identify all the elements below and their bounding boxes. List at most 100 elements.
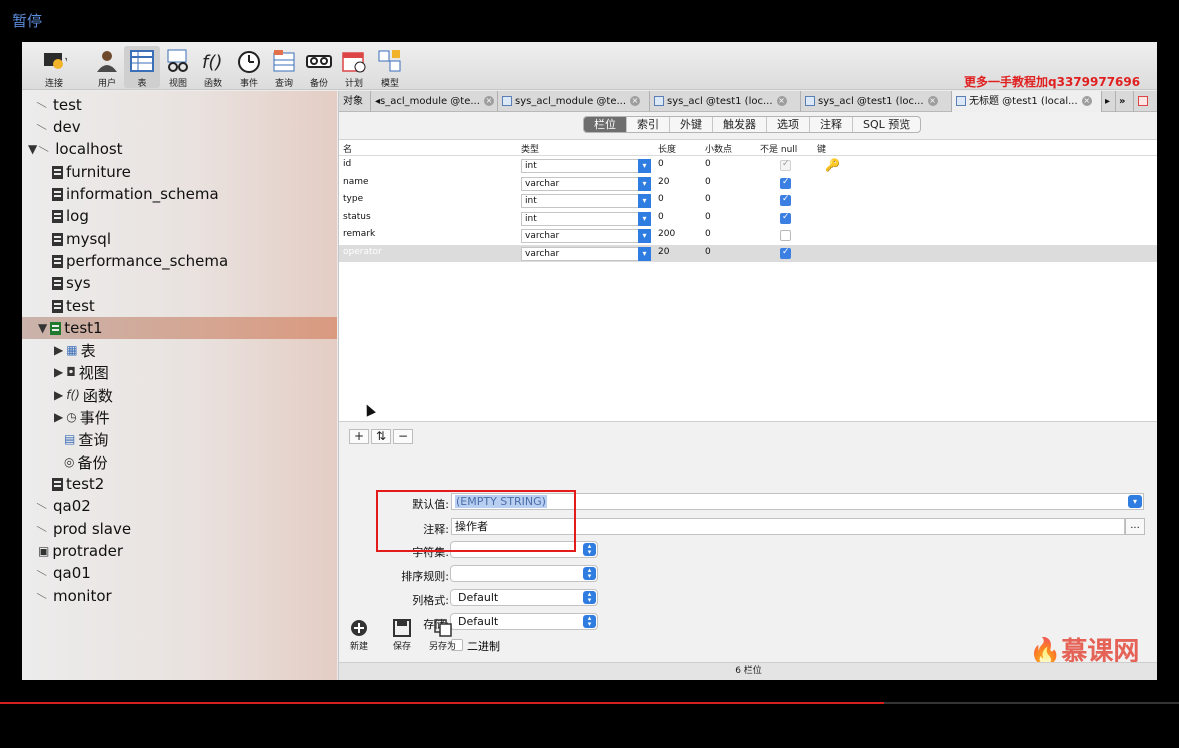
sidebar-connection-localhost[interactable]: ▼ ⟍ localhost — [28, 138, 123, 160]
tab-scroll-right[interactable]: ▸ — [1102, 91, 1116, 112]
chevron-down-icon[interactable]: ▾ — [1128, 495, 1142, 508]
not-null-checkbox[interactable] — [780, 159, 791, 171]
chevron-down-icon: ▾ — [638, 176, 651, 191]
sidebar-node-views[interactable]: ▶ ◘ 视图 — [54, 361, 109, 383]
save-as-button[interactable]: 另存为 — [429, 619, 456, 652]
database-icon — [52, 187, 63, 201]
subtab-comment[interactable]: 注释 — [810, 117, 853, 132]
remove-field-button[interactable]: − — [393, 429, 413, 444]
sidebar-db-mysql[interactable]: mysql — [52, 228, 111, 250]
add-field-button[interactable]: + — [349, 429, 369, 444]
toolbar-query-button[interactable]: 查询 — [266, 46, 302, 89]
disclosure-closed-icon: ▶ — [54, 388, 64, 402]
sidebar-connection-protrader[interactable]: ▣ protrader — [38, 540, 123, 562]
sidebar-node-events[interactable]: ▶ ◷ 事件 — [54, 406, 110, 428]
collation-select[interactable]: ▴ ▾ — [450, 565, 598, 582]
save-button[interactable]: 保存 — [392, 619, 412, 652]
type-select[interactable]: varchar ▾ — [521, 246, 651, 261]
toolbar-schedule-button[interactable]: 计划 — [336, 46, 372, 89]
table-icon — [130, 50, 154, 72]
database-icon — [52, 232, 63, 246]
subtab-indexes[interactable]: 索引 — [627, 117, 670, 132]
sidebar-connection-prod-slave[interactable]: ⟍ prod slave — [36, 518, 131, 540]
database-open-icon — [50, 321, 62, 335]
sidebar-node-queries[interactable]: ▤ 查询 — [64, 428, 108, 450]
sidebar-db-sys[interactable]: sys — [52, 272, 91, 294]
sidebar-db-furniture[interactable]: furniture — [52, 161, 131, 183]
backup-icon — [306, 55, 332, 68]
tab-sys-acl-module[interactable]: sys_acl_module @te... × — [498, 91, 650, 112]
main-toolbar: ▾ 连接 用户 表 视图 f() 函数 事件 查询 备份 — [22, 42, 1157, 90]
table-row[interactable]: id int▾ 0 0 🔑 — [339, 157, 1157, 175]
not-null-checkbox[interactable] — [780, 247, 791, 259]
comment-expand-button[interactable]: ... — [1125, 518, 1145, 535]
sidebar-node-functions[interactable]: ▶ f() 函数 — [54, 384, 113, 406]
toolbar-backup-button[interactable]: 备份 — [301, 46, 337, 89]
not-null-checkbox[interactable] — [780, 212, 791, 224]
tab-overflow[interactable]: » — [1116, 91, 1134, 112]
toolbar-connect-button[interactable]: ▾ 连接 — [36, 46, 72, 89]
tab-new-query[interactable] — [1134, 91, 1157, 112]
toolbar-model-button[interactable]: 模型 — [372, 46, 408, 89]
pause-label[interactable]: 暂停 — [12, 10, 42, 31]
column-format-select[interactable]: Default ▴ ▾ — [450, 589, 598, 606]
backup-icon: ◎ — [64, 455, 75, 469]
sidebar-connection-test[interactable]: ⟍ test — [36, 94, 82, 116]
toolbar-event-button[interactable]: 事件 — [231, 46, 267, 89]
tab-objects[interactable]: 对象 — [339, 91, 371, 112]
sidebar-db-information-schema[interactable]: information_schema — [52, 183, 219, 205]
sidebar-db-performance-schema[interactable]: performance_schema — [52, 250, 228, 272]
subtab-foreign-keys[interactable]: 外键 — [670, 117, 713, 132]
updown-chevron-icon: ▴ ▾ — [583, 567, 596, 580]
sidebar-connection-monitor[interactable]: ⟍ monitor — [36, 585, 112, 607]
toolbar-user-button[interactable]: 用户 — [89, 46, 125, 89]
toolbar-function-button[interactable]: f() 函数 — [195, 46, 231, 89]
type-select[interactable]: int ▾ — [521, 211, 651, 226]
close-icon[interactable]: × — [927, 96, 938, 106]
table-row-selected[interactable]: operator varchar ▾ 20 0 — [339, 244, 1157, 262]
table-row[interactable]: name varchar ▾ 20 0 — [339, 175, 1157, 193]
tab-untitled[interactable]: 无标题 @test1 (local... × — [952, 91, 1102, 112]
not-null-checkbox[interactable] — [780, 177, 791, 189]
close-icon[interactable]: × — [776, 96, 787, 106]
subtab-fields[interactable]: 栏位 — [584, 117, 627, 132]
type-select[interactable]: int ▾ — [521, 159, 651, 173]
sidebar-connection-qa01[interactable]: ⟍ qa01 — [36, 562, 91, 584]
close-icon[interactable]: × — [1081, 96, 1092, 106]
sidebar-connection-qa02[interactable]: ⟍ qa02 — [35, 495, 91, 517]
type-select[interactable]: varchar ▾ — [521, 176, 651, 191]
close-icon[interactable]: × — [483, 96, 494, 106]
video-progress-bar[interactable] — [0, 702, 1179, 704]
sidebar-db-test2[interactable]: test2 — [52, 473, 104, 495]
table-row[interactable]: status int ▾ 0 0 — [339, 210, 1157, 228]
subtab-options[interactable]: 选项 — [767, 117, 810, 132]
not-null-checkbox[interactable] — [780, 194, 791, 206]
tab-s-acl-module[interactable]: ◂s_acl_module @te... × — [371, 91, 498, 112]
sidebar-db-test1[interactable]: ▼ test1 — [22, 317, 337, 339]
new-button[interactable]: 新建 — [349, 619, 369, 652]
not-null-checkbox[interactable] — [780, 230, 791, 241]
disclosure-open-icon: ▼ — [38, 321, 48, 335]
type-select[interactable]: int ▾ — [521, 194, 651, 208]
toolbar-table-button[interactable]: 表 — [124, 46, 160, 89]
sidebar-db-test[interactable]: test — [52, 295, 95, 317]
sidebar-node-tables[interactable]: ▶ ▦ 表 — [54, 339, 96, 361]
type-select[interactable]: varchar ▾ — [521, 229, 651, 243]
key-icon[interactable]: 🔑 — [825, 158, 840, 172]
subtab-sql-preview[interactable]: SQL 预览 — [853, 117, 920, 132]
subtab-triggers[interactable]: 触发器 — [713, 117, 767, 132]
event-icon — [238, 51, 260, 73]
toolbar-view-button[interactable]: 视图 — [160, 46, 196, 89]
query-icon — [273, 50, 295, 72]
sidebar-db-log[interactable]: log — [52, 205, 89, 227]
table-row[interactable]: remark varchar ▾ 200 0 — [339, 227, 1157, 245]
table-icon — [502, 96, 512, 106]
connection-icon: ⟍ — [35, 498, 48, 514]
insert-field-button[interactable]: ⇅ — [371, 429, 391, 444]
sidebar-node-backups[interactable]: ◎ 备份 — [64, 451, 108, 473]
tab-sys-acl-1[interactable]: sys_acl @test1 (loc... × — [650, 91, 801, 112]
close-icon[interactable]: × — [630, 96, 641, 106]
table-row[interactable]: type int ▾ 0 0 — [339, 192, 1157, 210]
tab-sys-acl-2[interactable]: sys_acl @test1 (loc... × — [801, 91, 952, 112]
sidebar-connection-dev[interactable]: ⟍ dev — [36, 116, 81, 138]
